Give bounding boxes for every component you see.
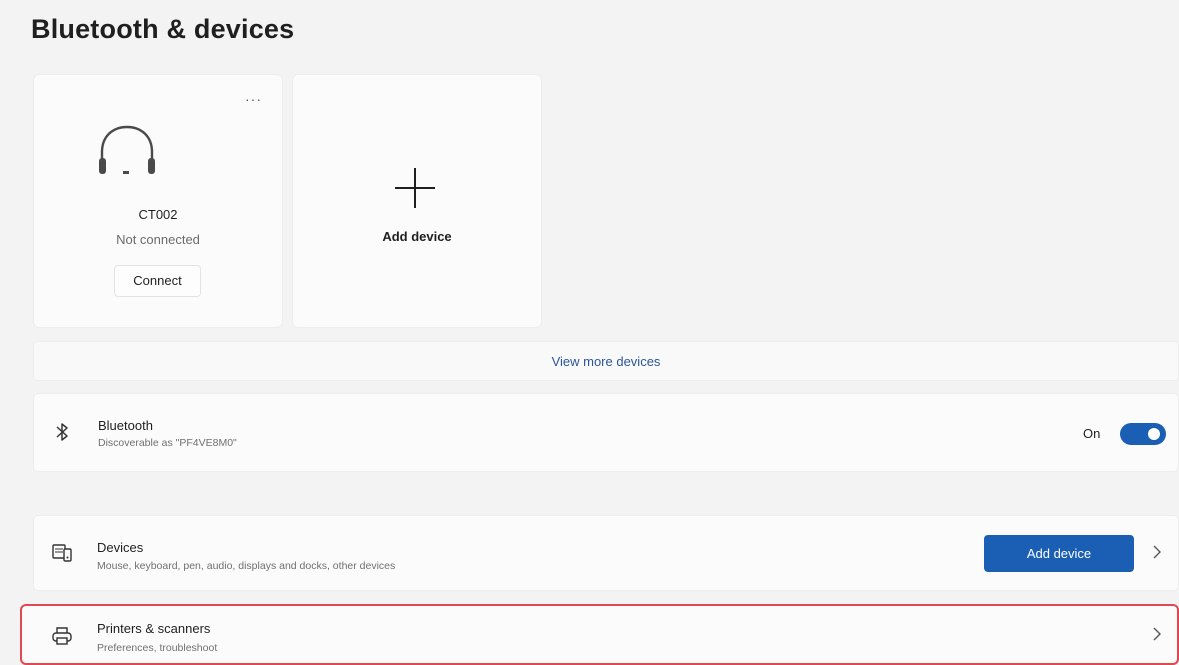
bluetooth-subtitle: Discoverable as "PF4VE8M0" xyxy=(98,437,237,449)
plus-icon xyxy=(395,168,435,208)
bluetooth-toggle[interactable] xyxy=(1120,423,1166,445)
add-device-button[interactable]: Add device xyxy=(984,535,1134,572)
chevron-right-icon[interactable] xyxy=(1152,627,1162,641)
devices-subtitle: Mouse, keyboard, pen, audio, displays an… xyxy=(97,560,396,572)
devices-title: Devices xyxy=(97,540,144,555)
printer-icon xyxy=(52,627,72,645)
bluetooth-row xyxy=(33,393,1179,472)
bluetooth-icon xyxy=(56,423,68,441)
bluetooth-toggle-label: On xyxy=(1083,426,1101,441)
devices-icon xyxy=(52,544,72,562)
device-name: CT002 xyxy=(138,207,178,222)
toggle-knob xyxy=(1148,428,1160,440)
chevron-right-icon[interactable] xyxy=(1152,545,1162,559)
printers-title: Printers & scanners xyxy=(97,621,211,636)
more-options-icon[interactable]: ··· xyxy=(245,92,262,106)
add-device-card-label: Add device xyxy=(382,229,452,244)
printers-subtitle: Preferences, troubleshoot xyxy=(97,642,218,654)
view-more-devices-link[interactable]: View more devices xyxy=(33,341,1179,381)
headphones-icon xyxy=(99,125,155,174)
bluetooth-title: Bluetooth xyxy=(98,418,153,433)
page-title: Bluetooth & devices xyxy=(31,14,295,44)
connect-button[interactable]: Connect xyxy=(114,265,201,297)
device-status: Not connected xyxy=(116,232,200,247)
